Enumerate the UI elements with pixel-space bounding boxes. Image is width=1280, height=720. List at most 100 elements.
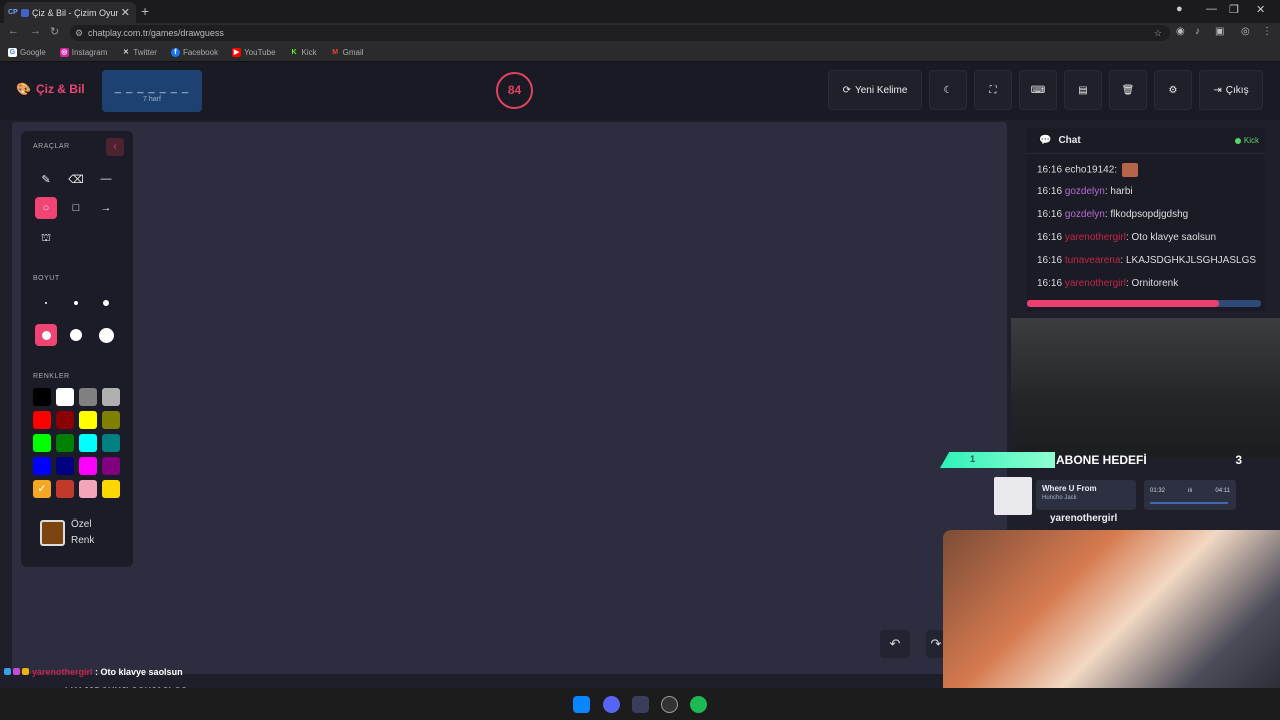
color-swatch[interactable]: ✓ [33, 480, 51, 498]
minimize-icon[interactable]: — [1206, 3, 1217, 15]
size-option-6[interactable] [95, 324, 117, 346]
size-option-4[interactable] [35, 324, 57, 346]
profile-icon[interactable]: ◎ [1241, 26, 1250, 37]
size-option-2[interactable] [65, 292, 87, 314]
color-swatch[interactable] [102, 434, 120, 452]
bookmark-star-icon[interactable]: ☆ [1154, 25, 1162, 41]
chat-username[interactable]: yarenothergirl [1065, 278, 1126, 289]
color-swatch[interactable] [102, 411, 120, 429]
audio-icon[interactable]: ♪ [1195, 26, 1200, 37]
collapse-panel-button[interactable]: ‹ [106, 138, 124, 156]
logout-icon: ⇥ [1213, 84, 1222, 96]
color-swatch[interactable] [33, 457, 51, 475]
fullscreen-button[interactable]: ⛶ [974, 70, 1012, 110]
size-dot [103, 300, 109, 306]
color-swatch[interactable] [33, 434, 51, 452]
url-text: chatplay.com.tr/games/drawguess [88, 28, 224, 38]
color-swatch[interactable] [102, 480, 120, 498]
color-swatch[interactable] [102, 388, 120, 406]
bookmark-gmail[interactable]: M Gmail [330, 47, 364, 57]
site-info-icon[interactable]: ⚙ [75, 25, 83, 41]
chat-username[interactable]: gozdelyn [1065, 186, 1105, 197]
size-option-1[interactable] [35, 292, 57, 314]
settings-button[interactable]: ⚙ [1154, 70, 1192, 110]
user-badges [4, 667, 32, 677]
color-swatch[interactable] [56, 388, 74, 406]
gmail-icon: M [330, 47, 340, 57]
chat-username[interactable]: yarenothergirl [1065, 232, 1126, 243]
app-icon[interactable] [632, 696, 649, 713]
discord-icon[interactable] [603, 696, 620, 713]
url-field[interactable]: ⚙ chatplay.com.tr/games/drawguess ☆ [70, 25, 1170, 41]
keyboard-icon: ⌨ [1030, 84, 1046, 96]
streamer-webcam [943, 530, 1280, 695]
chat-username[interactable]: echo19142 [1065, 165, 1115, 176]
color-swatch[interactable] [56, 457, 74, 475]
bookmark-instagram[interactable]: ◎ Instagram [59, 47, 107, 57]
app-logo[interactable]: 🎨 Çiz & Bil [16, 82, 85, 96]
size-option-5[interactable] [65, 324, 87, 346]
spotify-icon[interactable] [690, 696, 707, 713]
color-swatch[interactable] [79, 411, 97, 429]
round-progress-fill [1027, 300, 1219, 307]
size-option-3[interactable] [95, 292, 117, 314]
custom-color-label-line2: Renk [71, 535, 95, 546]
chat-time: 16:16 [1037, 278, 1065, 289]
song-timing: 01:32 ılı 04:11 [1144, 480, 1236, 510]
start-icon[interactable] [573, 696, 590, 713]
chat-text: : [1114, 164, 1120, 176]
color-swatch[interactable] [33, 388, 51, 406]
clear-canvas-button[interactable]: 🗑 [1109, 70, 1147, 110]
extensions-puzzle-icon[interactable]: ▣ [1215, 26, 1224, 37]
color-swatch[interactable] [56, 411, 74, 429]
color-swatch[interactable] [79, 480, 97, 498]
obs-icon[interactable] [661, 696, 678, 713]
bookmark-facebook[interactable]: f Facebook [170, 47, 218, 57]
exit-button[interactable]: ⇥ Çıkış [1199, 70, 1263, 110]
drawing-canvas[interactable] [12, 122, 1007, 674]
maximize-icon[interactable]: ❐ [1229, 3, 1239, 16]
trash-icon: 🗑 [1121, 84, 1135, 96]
browser-menu-icon[interactable]: ⋮ [1262, 26, 1272, 37]
custom-color-label[interactable]: Özel Renk [71, 517, 94, 549]
circle-tool[interactable]: ○ [35, 197, 57, 219]
eraser-tool[interactable]: ⌫ [65, 168, 87, 190]
brush-tool[interactable]: ✎ [35, 168, 57, 190]
browser-tab[interactable]: CP Çiz & Bil - Çizim Oyunu ✕ [4, 2, 136, 23]
profile-badge-icon[interactable]: ● [1176, 3, 1183, 15]
window-close-icon[interactable]: ✕ [1256, 3, 1265, 16]
color-swatch[interactable] [33, 411, 51, 429]
circle-icon: ○ [42, 202, 50, 214]
reload-icon[interactable]: ↻ [50, 25, 59, 38]
bookmark-google[interactable]: G Google [8, 47, 46, 57]
forward-icon[interactable]: → [30, 25, 41, 37]
extension-icon[interactable]: ◉ [1176, 26, 1185, 37]
color-swatch[interactable] [79, 388, 97, 406]
tab-close-icon[interactable]: ✕ [121, 6, 130, 19]
archive-button[interactable]: ▤ [1064, 70, 1102, 110]
back-icon[interactable]: ← [8, 25, 19, 37]
new-word-button[interactable]: ⟳ Yeni Kelime [828, 70, 922, 110]
new-tab-icon[interactable]: + [141, 3, 149, 19]
color-swatch[interactable] [102, 457, 120, 475]
dark-mode-button[interactable]: ☾ [929, 70, 967, 110]
undo-button[interactable]: ↶ [880, 630, 910, 658]
bookmark-kick[interactable]: K Kick [289, 47, 317, 57]
color-swatch[interactable] [79, 434, 97, 452]
color-swatch[interactable] [79, 457, 97, 475]
keyboard-button[interactable]: ⌨ [1019, 70, 1057, 110]
line-tool[interactable]: — [95, 168, 117, 190]
arrow-tool[interactable]: → [95, 197, 117, 219]
chat-username[interactable]: gozdelyn [1065, 209, 1105, 220]
chat-header: 💬 Chat Kick [1027, 128, 1265, 154]
song-progress-bar [1150, 502, 1228, 504]
rectangle-tool[interactable]: □ [65, 197, 87, 219]
color-swatch[interactable] [56, 434, 74, 452]
fill-tool[interactable]: ⛫ [35, 228, 57, 250]
color-swatch[interactable] [56, 480, 74, 498]
custom-color-swatch[interactable] [40, 520, 65, 546]
bookmark-twitter[interactable]: ✕ Twitter [121, 47, 157, 57]
bookmark-youtube[interactable]: ▶ YouTube [232, 47, 276, 57]
chat-username[interactable]: tunavearena [1065, 255, 1121, 266]
arrow-icon: → [100, 202, 112, 214]
